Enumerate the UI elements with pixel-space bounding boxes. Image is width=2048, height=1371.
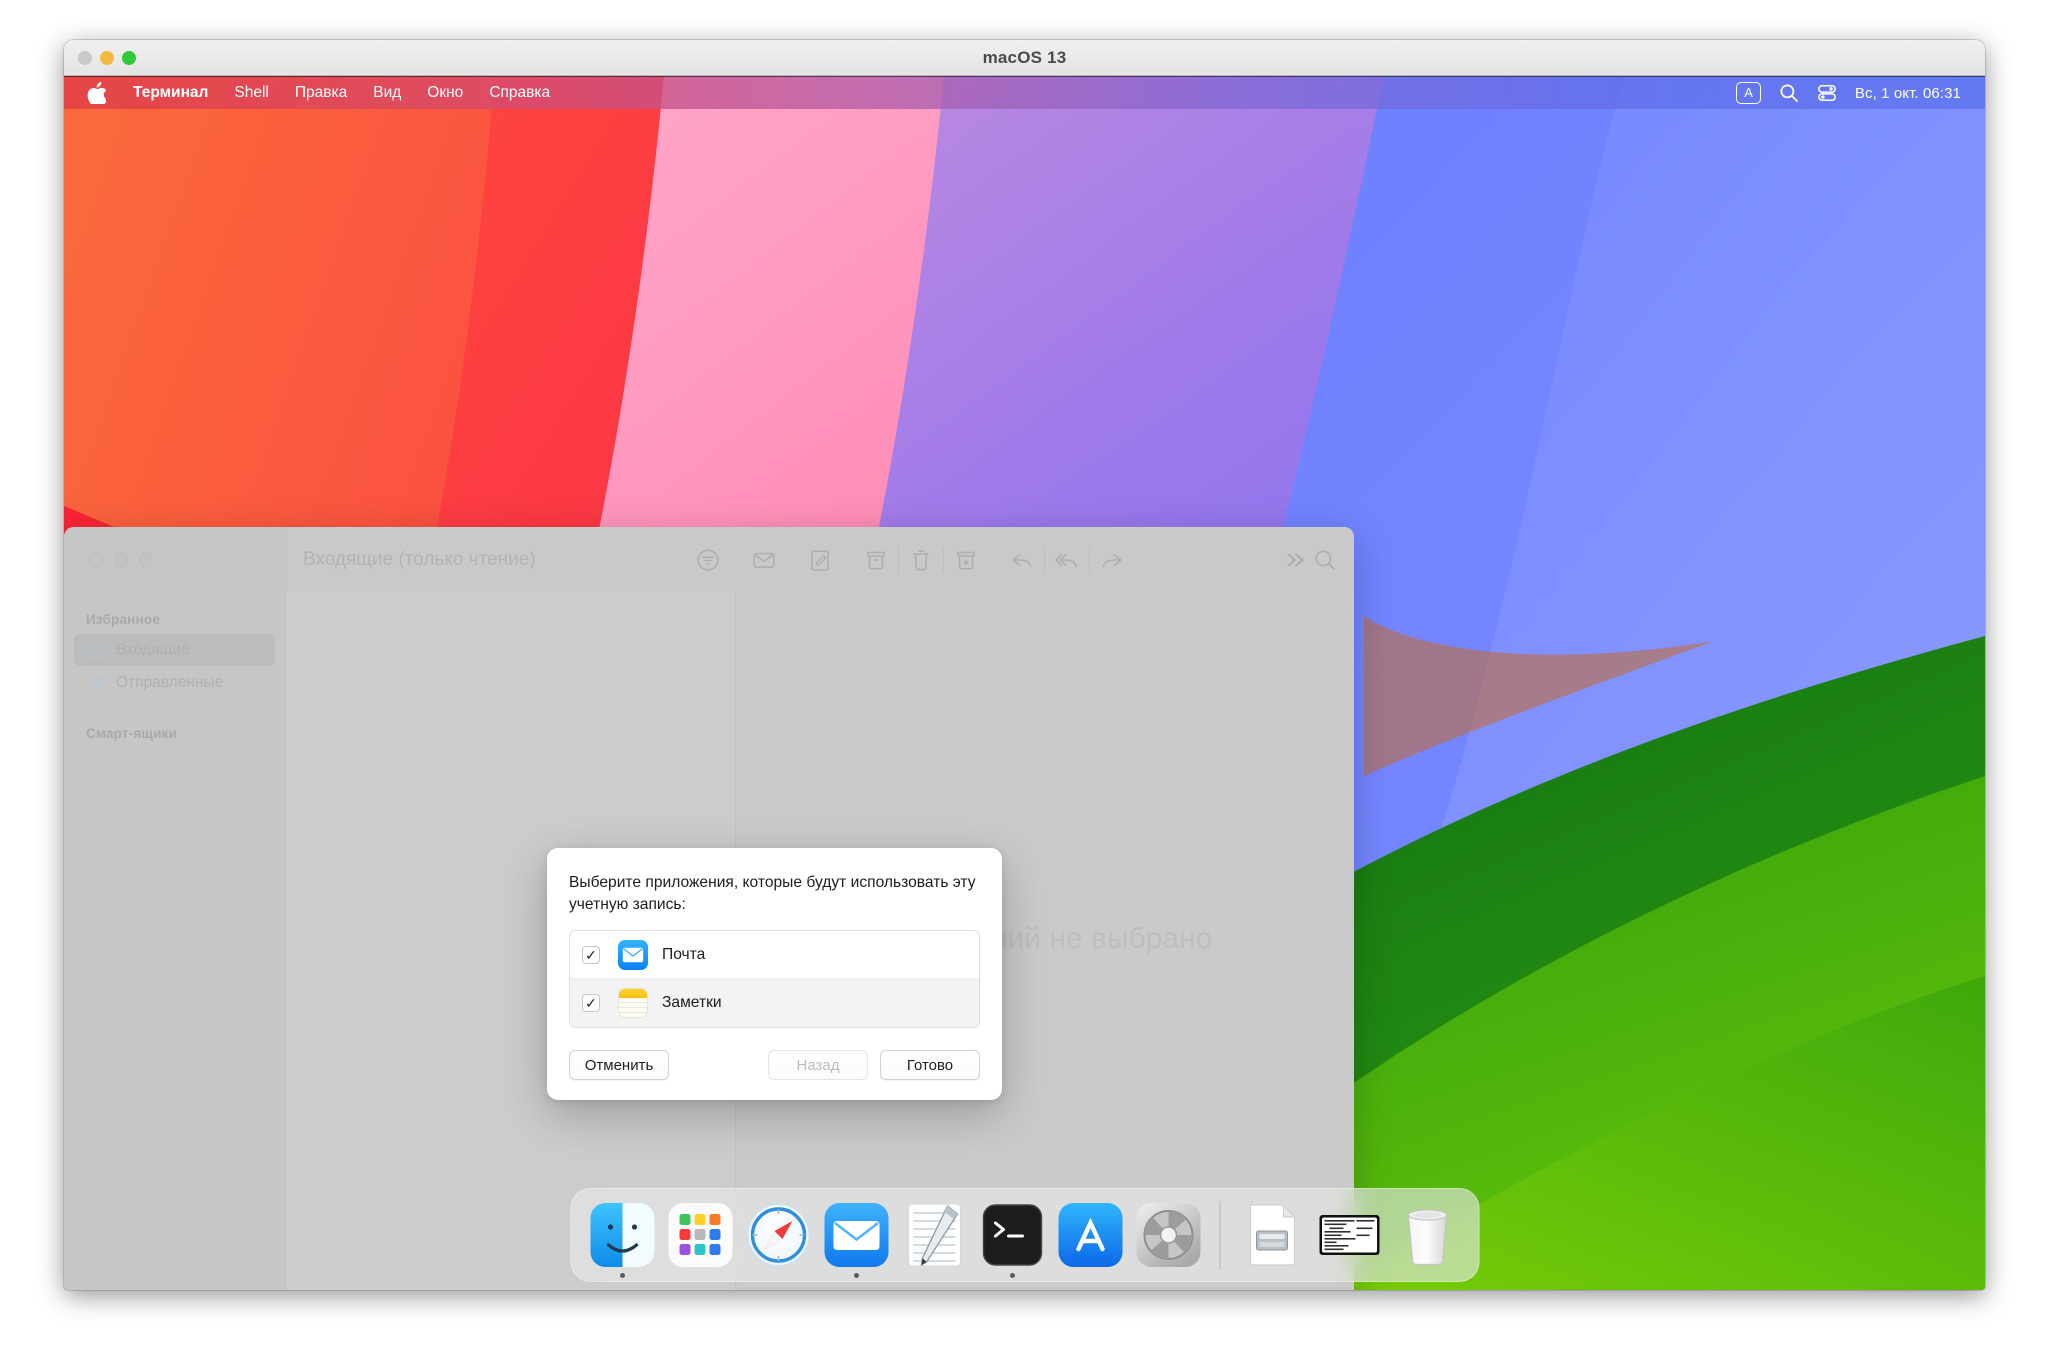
filter-icon[interactable]	[693, 545, 723, 575]
mail-close-button[interactable]	[89, 553, 103, 567]
sheet-prompt-text: Выберите приложения, которые будут испол…	[569, 874, 976, 914]
menu-item-window[interactable]: Окно	[414, 82, 476, 104]
finder-icon	[590, 1203, 654, 1267]
keyboard-layout-badge[interactable]: A	[1736, 82, 1761, 104]
dock-item-textedit[interactable]	[898, 1199, 970, 1271]
app-selection-list: ✓ Почта ✓ Заметки	[569, 930, 980, 1029]
done-button[interactable]: Готово	[880, 1050, 980, 1081]
trash-icon	[1407, 1209, 1447, 1266]
dock-separator	[1219, 1201, 1220, 1269]
app-row-mail[interactable]: ✓ Почта	[570, 931, 979, 980]
apple-logo-icon[interactable]	[84, 81, 108, 105]
dock-item-launchpad[interactable]	[664, 1199, 736, 1271]
sheet-button-bar: Отменить Назад Готово	[569, 1050, 980, 1081]
checkbox-notes[interactable]: ✓	[582, 994, 600, 1013]
reply-icon[interactable]	[1007, 545, 1037, 575]
dock	[570, 1188, 1479, 1282]
sidebar-item-label: Входящие	[116, 641, 190, 658]
vm-titlebar: macOS 13	[64, 40, 1985, 76]
control-center-icon[interactable]	[1817, 83, 1837, 103]
compose-icon[interactable]	[805, 545, 835, 575]
mail-app-icon	[618, 939, 648, 970]
dock-item-trash[interactable]	[1391, 1199, 1463, 1271]
vm-window: macOS 13 Терминал Shell Правка Вид Окно …	[64, 40, 1985, 1290]
cancel-button[interactable]: Отменить	[569, 1050, 669, 1081]
appstore-icon	[1058, 1203, 1122, 1267]
notes-app-icon	[618, 988, 648, 1019]
sidebar-section-favourites: Избранное	[86, 612, 161, 627]
safari-icon	[746, 1203, 810, 1267]
dock-item-terminal[interactable]	[976, 1199, 1048, 1278]
mail-sidebar-header	[64, 527, 286, 592]
paperplane-icon	[86, 673, 106, 693]
search-icon[interactable]	[1779, 83, 1799, 103]
dock-item-system-settings[interactable]	[1132, 1199, 1204, 1271]
running-indicator	[619, 1273, 625, 1278]
mail-minimize-button[interactable]	[114, 553, 128, 567]
mailbox-title: Входящие (только чтение)	[303, 548, 536, 570]
mail-toolbar: Входящие (только чтение)	[64, 527, 1354, 592]
forward-icon[interactable]	[1097, 545, 1127, 575]
sidebar-item-label: Отправленные	[116, 674, 224, 691]
terminal-icon	[982, 1204, 1042, 1266]
back-button[interactable]: Назад	[768, 1050, 868, 1081]
dock-item-finder[interactable]	[586, 1199, 658, 1278]
running-indicator	[1009, 1273, 1015, 1278]
app-row-notes[interactable]: ✓ Заметки	[570, 979, 979, 1028]
inbox-icon	[86, 640, 106, 660]
minimized-window-icon	[1319, 1215, 1379, 1255]
mark-unread-icon[interactable]	[749, 545, 779, 575]
sidebar-item-sent[interactable]: Отправленные	[74, 667, 275, 699]
archive-icon[interactable]	[861, 545, 891, 575]
mail-toolbar-main: Входящие (только чтение)	[286, 527, 1354, 592]
system-settings-icon	[1136, 1203, 1200, 1267]
reply-all-icon[interactable]	[1052, 545, 1082, 575]
mail-app-icon	[824, 1203, 888, 1267]
app-name-notes: Заметки	[662, 994, 722, 1012]
account-apps-sheet: Выберите приложения, которые будут испол…	[547, 848, 1002, 1101]
menu-item-edit[interactable]: Правка	[282, 82, 360, 104]
search-icon[interactable]	[1310, 545, 1340, 575]
mail-sidebar: Избранное Входящие Отправленные Смарт-ящ…	[64, 592, 286, 1290]
menu-item-help[interactable]: Справка	[476, 82, 563, 104]
mail-maximize-button[interactable]	[139, 553, 153, 567]
dock-item-mail[interactable]	[820, 1199, 892, 1278]
junk-icon[interactable]	[951, 545, 981, 575]
trash-icon[interactable]	[906, 545, 936, 575]
vm-window-title: macOS 13	[982, 47, 1067, 67]
menubar-status-area: A Вс, 1 окт. 06:31	[1736, 82, 1961, 104]
desktop: Терминал Shell Правка Вид Окно Справка A	[64, 76, 1985, 1290]
checkbox-mail[interactable]: ✓	[582, 945, 600, 964]
menu-item-terminal[interactable]: Терминал	[120, 82, 221, 104]
disk-document-icon	[1249, 1203, 1296, 1266]
sidebar-item-inbox[interactable]: Входящие	[74, 634, 275, 666]
dock-item-minimized-window[interactable]	[1313, 1199, 1385, 1271]
dock-item-disk-document[interactable]	[1235, 1199, 1307, 1271]
menu-item-view[interactable]: Вид	[360, 82, 414, 104]
menubar: Терминал Shell Правка Вид Окно Справка A	[64, 76, 1985, 109]
menu-item-shell[interactable]: Shell	[221, 82, 281, 104]
app-name-mail: Почта	[662, 945, 706, 963]
dock-item-safari[interactable]	[742, 1199, 814, 1271]
chevron-double-right-icon[interactable]	[1280, 545, 1310, 575]
dock-item-appstore[interactable]	[1054, 1199, 1126, 1271]
running-indicator	[853, 1273, 859, 1278]
launchpad-icon	[668, 1203, 732, 1267]
menubar-clock[interactable]: Вс, 1 окт. 06:31	[1855, 85, 1961, 102]
textedit-icon	[907, 1203, 961, 1267]
sidebar-section-smart-mailboxes: Смарт-ящики	[86, 726, 178, 741]
mail-window-controls[interactable]	[89, 553, 153, 567]
